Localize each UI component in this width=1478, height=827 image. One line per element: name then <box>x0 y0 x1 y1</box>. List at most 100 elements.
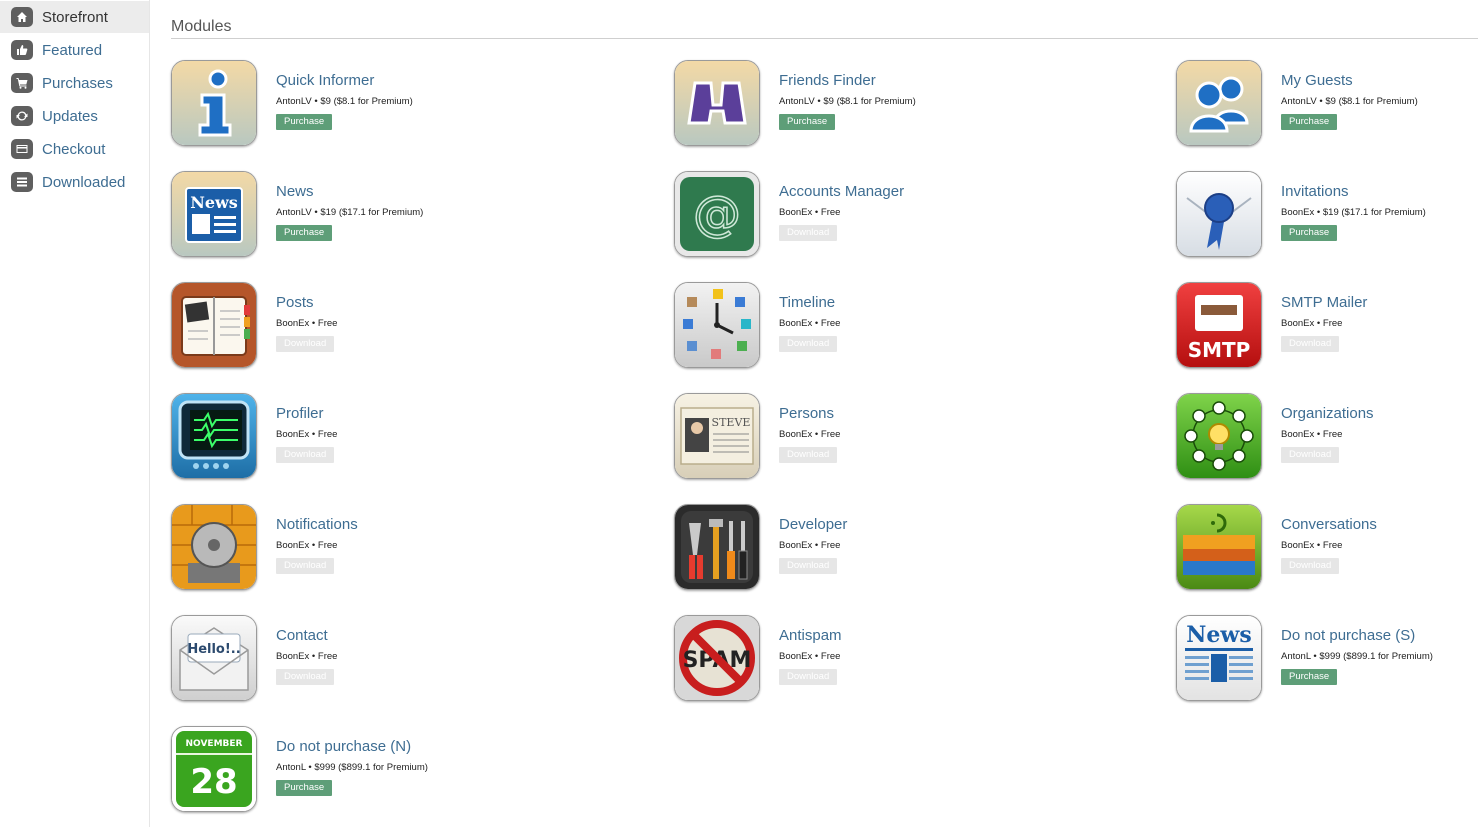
sidebar-item-storefront[interactable]: Storefront <box>0 1 149 33</box>
bell-icon[interactable] <box>171 504 257 590</box>
download-button[interactable]: Download <box>1281 558 1340 574</box>
download-button[interactable]: Download <box>779 336 838 352</box>
module-author: BoonEx <box>779 651 813 662</box>
module-meta: BoonEx • Free <box>1281 318 1342 329</box>
module-card-my-guests: My Guests AntonLV • $9 ($8.1 for Premium)… <box>1176 60 1478 160</box>
newspaper-icon[interactable]: News <box>1176 615 1262 701</box>
module-author: BoonEx <box>1281 207 1315 218</box>
module-name[interactable]: Developer <box>779 516 847 533</box>
module-card-news: News News AntonLV • $19 ($17.1 for Premium… <box>171 171 651 271</box>
sidebar-item-downloaded[interactable]: Downloaded <box>0 166 149 198</box>
credit-card-icon <box>11 139 33 159</box>
mail-hello-icon[interactable]: Hello!.. <box>171 615 257 701</box>
purchase-button[interactable]: Purchase <box>1281 114 1338 130</box>
at-sign-icon[interactable]: @ <box>674 171 760 257</box>
module-name[interactable]: Profiler <box>276 405 324 422</box>
notebook-icon[interactable] <box>171 282 257 368</box>
module-name[interactable]: Accounts Manager <box>779 183 904 200</box>
module-name[interactable]: Organizations <box>1281 405 1374 422</box>
purchase-button[interactable]: Purchase <box>1281 669 1338 685</box>
download-button[interactable]: Download <box>779 558 838 574</box>
download-button[interactable]: Download <box>276 669 335 685</box>
module-price: $19 ($17.1 for Premium) <box>1322 207 1426 218</box>
sidebar-item-purchases[interactable]: Purchases <box>0 67 149 99</box>
module-name[interactable]: Quick Informer <box>276 72 374 89</box>
module-name[interactable]: Antispam <box>779 627 842 644</box>
module-name[interactable]: SMTP Mailer <box>1281 294 1367 311</box>
module-price: Free <box>1322 318 1343 329</box>
module-price: Free <box>317 540 338 551</box>
module-author: BoonEx <box>276 540 310 551</box>
download-button[interactable]: Download <box>276 447 335 463</box>
sidebar-item-label: Purchases <box>42 74 113 92</box>
module-name[interactable]: Notifications <box>276 516 358 533</box>
users-icon[interactable] <box>1176 60 1262 146</box>
module-card-timeline: Timeline BoonEx • Free Download <box>674 282 1154 382</box>
envelope-seal-icon[interactable] <box>1176 171 1262 257</box>
download-button[interactable]: Download <box>779 447 838 463</box>
svg-text:NOVEMBER: NOVEMBER <box>186 739 243 749</box>
module-price: $999 ($899.1 for Premium) <box>314 762 428 773</box>
binoculars-icon[interactable] <box>674 60 760 146</box>
sidebar-item-label: Featured <box>42 41 103 59</box>
sidebar-item-label: Storefront <box>42 8 108 26</box>
sidebar-item-featured[interactable]: Featured <box>0 34 149 66</box>
network-icon[interactable] <box>1176 393 1262 479</box>
module-name[interactable]: Do not purchase (S) <box>1281 627 1415 644</box>
purchase-button[interactable]: Purchase <box>1281 225 1338 241</box>
module-name[interactable]: Timeline <box>779 294 835 311</box>
module-name[interactable]: Friends Finder <box>779 72 876 89</box>
purchase-button[interactable]: Purchase <box>276 225 333 241</box>
layers-icon[interactable] <box>1176 504 1262 590</box>
clock-icon[interactable] <box>674 282 760 368</box>
module-meta: AntonLV • $9 ($8.1 for Premium) <box>779 96 916 107</box>
module-meta: BoonEx • Free <box>276 429 337 440</box>
module-name[interactable]: Posts <box>276 294 314 311</box>
module-price: Free <box>1322 429 1343 440</box>
sidebar-item-updates[interactable]: Updates <box>0 100 149 132</box>
download-button[interactable]: Download <box>276 558 335 574</box>
smtp-icon[interactable]: SMTP <box>1176 282 1262 368</box>
download-button[interactable]: Download <box>1281 447 1340 463</box>
module-name[interactable]: Persons <box>779 405 834 422</box>
module-card-friends-finder: Friends Finder AntonLV • $9 ($8.1 for Pre… <box>674 60 1154 160</box>
purchase-button[interactable]: Purchase <box>276 114 333 130</box>
news-icon[interactable]: News <box>171 171 257 257</box>
svg-text:News: News <box>190 193 238 212</box>
module-card-invitations: Invitations BoonEx • $19 ($17.1 for Premi… <box>1176 171 1478 271</box>
info-icon[interactable] <box>171 60 257 146</box>
module-meta: BoonEx • Free <box>779 540 840 551</box>
meta-separator: • <box>1314 429 1323 440</box>
module-name[interactable]: My Guests <box>1281 72 1353 89</box>
sidebar-item-checkout[interactable]: Checkout <box>0 133 149 165</box>
download-button[interactable]: Download <box>779 225 838 241</box>
business-card-icon[interactable]: STEVE <box>674 393 760 479</box>
module-name[interactable]: Contact <box>276 627 328 644</box>
monitor-icon[interactable] <box>171 393 257 479</box>
module-name[interactable]: Invitations <box>1281 183 1349 200</box>
download-button[interactable]: Download <box>779 669 838 685</box>
module-meta: BoonEx • Free <box>276 318 337 329</box>
purchase-button[interactable]: Purchase <box>779 114 836 130</box>
calendar-icon[interactable]: NOVEMBER 28 <box>171 726 257 812</box>
module-card-developer: Developer BoonEx • Free Download <box>674 504 1154 604</box>
module-meta: BoonEx • $19 ($17.1 for Premium) <box>1281 207 1426 218</box>
module-name[interactable]: Conversations <box>1281 516 1377 533</box>
module-name[interactable]: News <box>276 183 314 200</box>
tools-icon[interactable] <box>674 504 760 590</box>
download-button[interactable]: Download <box>276 336 335 352</box>
module-card-persons: STEVE Persons BoonEx • Free Download <box>674 393 1154 493</box>
download-button[interactable]: Download <box>1281 336 1340 352</box>
module-meta: BoonEx • Free <box>276 540 337 551</box>
module-author: AntonLV <box>779 96 815 107</box>
module-meta: AntonL • $999 ($899.1 for Premium) <box>276 762 428 773</box>
purchase-button[interactable]: Purchase <box>276 780 333 796</box>
module-card-do-not-purchase-s: News Do not purchase (S) AntonL • $999 ($8… <box>1176 615 1478 715</box>
no-spam-icon[interactable]: SPAM <box>674 615 760 701</box>
meta-separator: • <box>812 207 821 218</box>
module-name[interactable]: Do not purchase (N) <box>276 738 411 755</box>
main-content: Modules Quick Informer AntonLV • $9 ($8.1… <box>171 0 1478 812</box>
module-card-contact: Hello!.. Contact BoonEx • Free Download <box>171 615 651 715</box>
module-card-accounts-manager: @ Accounts Manager BoonEx • Free Download <box>674 171 1154 271</box>
module-card-quick-informer: Quick Informer AntonLV • $9 ($8.1 for Pre… <box>171 60 651 160</box>
